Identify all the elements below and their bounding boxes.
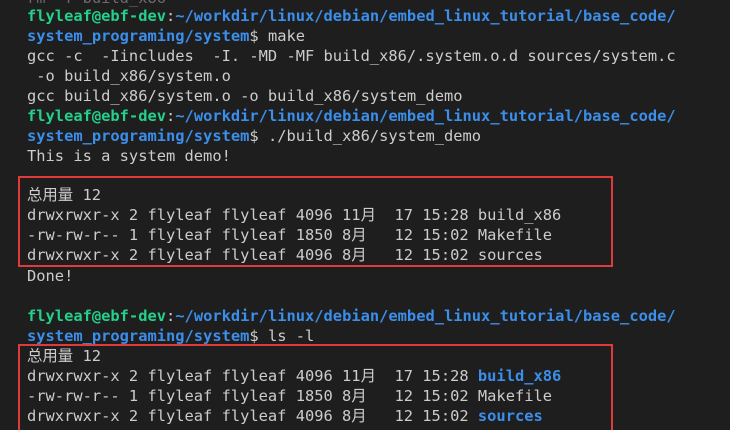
prompt-sep: : [166,307,176,325]
ls-row: -rw-rw-r-- 1 flyleaf flyleaf 1850 8月 12 … [27,226,553,244]
dir-name: sources [477,407,543,425]
prompt-line-cont: system_programing/system$ ls -l [27,326,314,346]
prompt-dollar: $ [249,127,259,145]
terminal-output[interactable]: rm -f build_x86 flyleaf@ebf-dev:~/workdi… [0,0,730,430]
prompt-line-cont: system_programing/system$ ./build_x86/sy… [27,126,481,146]
ls-row: drwxrwxr-x 2 flyleaf flyleaf 4096 11月 17… [27,206,562,224]
prompt-line: flyleaf@ebf-dev:~/workdir/linux/debian/e… [27,6,676,26]
output-line: gcc -c -Iincludes -I. -MD -MF build_x86/… [27,47,676,65]
prompt-path: ~/workdir/linux/debian/embed_linux_tutor… [175,7,676,25]
dir-name: build_x86 [477,367,562,385]
output-line: 总用量 12 [27,186,101,204]
prompt-path: system_programing/system [27,127,250,145]
prompt-line: flyleaf@ebf-dev:~/workdir/linux/debian/e… [27,106,676,126]
output-line: This is a system demo! [27,147,231,165]
command-text: ls -l [258,327,315,345]
prompt-sep: : [166,7,176,25]
prompt-dollar: $ [249,27,259,45]
prompt-user: flyleaf@ebf-dev [27,307,166,325]
ls-row: drwxrwxr-x 2 flyleaf flyleaf 4096 11月 17… [27,366,561,386]
prompt-line-cont: system_programing/system$ make [27,26,305,46]
output-line: -o build_x86/system.o [27,67,231,85]
output-line: Done! [27,267,74,285]
command-text: make [258,27,306,45]
ls-row-prefix: drwxrwxr-x 2 flyleaf flyleaf 4096 8月 12 … [27,407,478,425]
prompt-line: flyleaf@ebf-dev:~/workdir/linux/debian/e… [27,306,676,326]
prompt-dollar: $ [249,327,259,345]
output-line: 总用量 12 [27,347,101,365]
ls-row: drwxrwxr-x 2 flyleaf flyleaf 4096 8月 12 … [27,406,543,426]
prompt-sep: : [166,107,176,125]
ls-row: drwxrwxr-x 2 flyleaf flyleaf 4096 8月 12 … [27,246,543,264]
prompt-path: ~/workdir/linux/debian/embed_linux_tutor… [175,107,676,125]
prompt-path: ~/workdir/linux/debian/embed_linux_tutor… [175,307,676,325]
prompt-user: flyleaf@ebf-dev [27,7,166,25]
prompt-user: flyleaf@ebf-dev [27,107,166,125]
ls-row: -rw-rw-r-- 1 flyleaf flyleaf 1850 8月 12 … [27,387,553,405]
prompt-path: system_programing/system [27,27,250,45]
command-text: ./build_x86/system_demo [258,127,482,145]
prompt-path: system_programing/system [27,327,250,345]
output-line: gcc build_x86/system.o -o build_x86/syst… [27,87,463,105]
ls-row-prefix: drwxrwxr-x 2 flyleaf flyleaf 4096 11月 17… [27,367,478,385]
